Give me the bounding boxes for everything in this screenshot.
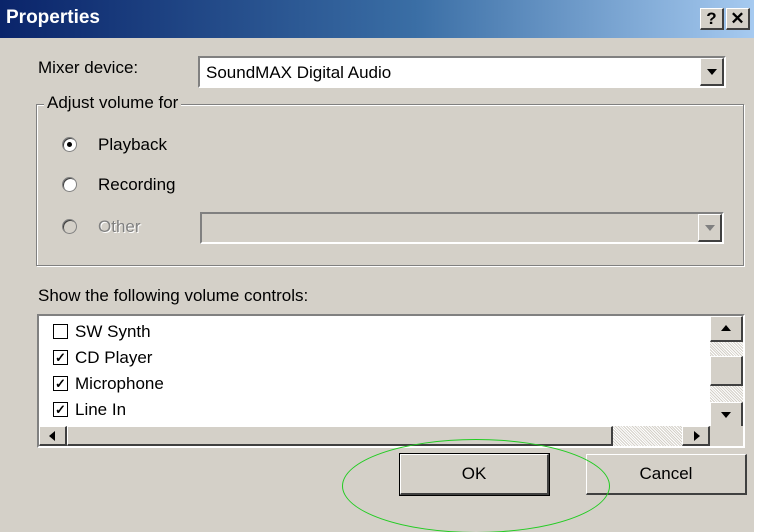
arrow-up-icon	[721, 324, 731, 331]
horizontal-scroll-thumb[interactable]	[67, 426, 613, 446]
ok-button[interactable]: OK	[399, 453, 550, 496]
close-button[interactable]: ✕	[726, 8, 750, 30]
mixer-device-dropdown-button[interactable]	[700, 58, 724, 86]
mixer-device-value: SoundMAX Digital Audio	[206, 63, 392, 82]
list-item-label: Line In	[75, 400, 127, 419]
cancel-button[interactable]: Cancel	[586, 454, 747, 495]
dialog-title: Properties	[6, 7, 100, 28]
playback-label[interactable]: Playback	[98, 135, 167, 155]
list-item-label: Microphone	[75, 374, 164, 393]
recording-label[interactable]: Recording	[98, 175, 176, 195]
horizontal-scrollbar[interactable]	[39, 426, 710, 446]
list-item-label: SW Synth	[75, 322, 151, 341]
sw-synth-checkbox[interactable]	[53, 324, 68, 339]
microphone-checkbox[interactable]: ✓	[53, 376, 68, 391]
scroll-left-button[interactable]	[39, 426, 67, 446]
other-device-dropdown-button	[698, 214, 722, 242]
other-label: Other	[98, 217, 141, 236]
volume-controls-heading: Show the following volume controls:	[38, 286, 309, 305]
playback-radio[interactable]	[62, 137, 77, 152]
scroll-up-button[interactable]	[710, 316, 743, 342]
mixer-device-select[interactable]: SoundMAX Digital Audio	[198, 56, 726, 88]
chevron-down-icon	[706, 68, 717, 75]
arrow-down-icon	[721, 411, 731, 418]
mixer-device-label: Mixer device:	[38, 58, 139, 77]
scroll-right-button[interactable]	[682, 426, 710, 446]
recording-radio[interactable]	[62, 177, 77, 192]
other-radio	[62, 219, 77, 234]
scrollbar-corner	[710, 426, 743, 446]
radio-selected-dot	[67, 142, 72, 147]
close-icon: ✕	[730, 9, 745, 28]
line-in-checkbox[interactable]: ✓	[53, 402, 68, 417]
properties-dialog: Properties ? ✕ Mixer device: SoundMAX Di…	[0, 0, 754, 532]
arrow-left-icon	[48, 430, 55, 441]
list-item-label: CD Player	[75, 348, 153, 367]
volume-controls-list[interactable]: SW Synth ✓ CD Player ✓ Microphone ✓ Line…	[37, 314, 745, 448]
vertical-scrollbar[interactable]	[710, 316, 743, 428]
chevron-down-icon	[704, 224, 715, 231]
scroll-down-button[interactable]	[710, 402, 743, 428]
adjust-volume-legend: Adjust volume for	[44, 93, 182, 113]
title-bar[interactable]: Properties ? ✕	[0, 0, 754, 38]
cd-player-checkbox[interactable]: ✓	[53, 350, 68, 365]
arrow-right-icon	[693, 430, 700, 441]
help-button[interactable]: ?	[700, 8, 724, 30]
vertical-scroll-thumb[interactable]	[710, 356, 743, 386]
other-device-select	[200, 212, 724, 244]
